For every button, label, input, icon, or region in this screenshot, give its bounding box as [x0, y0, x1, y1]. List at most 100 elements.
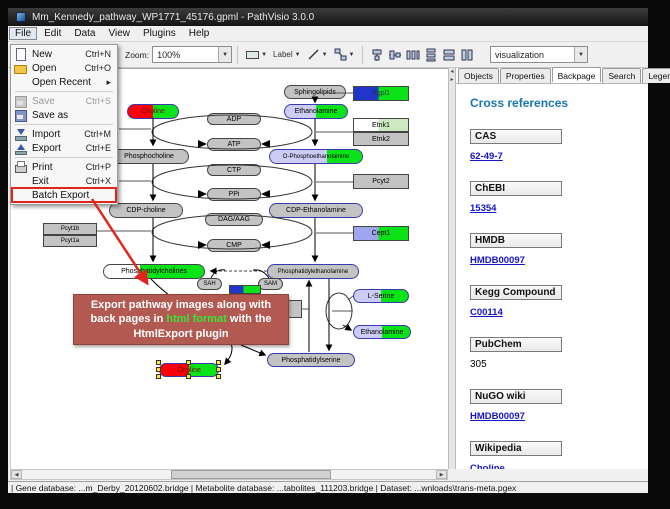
tab-properties[interactable]: Properties	[500, 68, 551, 83]
title-bar[interactable]: Mm_Kennedy_pathway_WP1771_45176.gpml - P…	[8, 8, 648, 26]
line-icon	[307, 48, 320, 61]
align-center-horizontal-icon	[370, 48, 384, 62]
cross-references-list: CAS62-49-7ChEBI15354HMDBHMDB00097Kegg Co…	[470, 129, 648, 469]
shape-tool-button[interactable]: ▼	[332, 45, 357, 65]
zoom-combobox[interactable]: 100% ▼	[152, 46, 232, 63]
xref-value: 305	[470, 359, 648, 370]
sidebar-panel: ObjectsPropertiesBackpageSearchLegend Cr…	[456, 68, 648, 469]
xref-link-cas[interactable]: 62-49-7	[470, 151, 503, 162]
file-menu-item-print[interactable]: PrintCtrl+P	[12, 160, 116, 174]
file-menu-item-open[interactable]: OpenCtrl+O	[12, 61, 116, 75]
selection-handle[interactable]	[156, 360, 161, 365]
datanode-tool-button[interactable]: ▼	[244, 45, 269, 65]
selection-handle[interactable]	[216, 374, 221, 379]
xref-link-kegg-compound[interactable]: C00114	[470, 307, 503, 318]
new-file-icon	[14, 48, 27, 60]
selection-handle[interactable]	[216, 360, 221, 365]
datanode-icon	[246, 51, 259, 59]
zoom-value: 100%	[157, 50, 180, 60]
print-icon	[14, 161, 27, 173]
chevron-down-icon[interactable]: ▼	[261, 52, 267, 58]
sidebar-tabs: ObjectsPropertiesBackpageSearchLegend	[458, 68, 670, 83]
callout-text-segment: html format	[166, 313, 227, 325]
file-menu-item-save[interactable]: SaveCtrl+S	[12, 94, 116, 108]
xref-value: HMDB00097	[470, 411, 648, 422]
scroll-left-icon[interactable]: ◀	[11, 470, 22, 479]
xref-header-wikipedia: Wikipedia	[470, 441, 562, 456]
xref-link-hmdb[interactable]: HMDB00097	[470, 255, 525, 266]
align-center-vertical-button[interactable]	[386, 45, 404, 65]
alignment-button-group	[368, 45, 476, 65]
selection-handle[interactable]	[186, 360, 191, 365]
menu-plugins[interactable]: Plugins	[137, 27, 182, 40]
menu-item-shortcut: Ctrl+M	[84, 129, 114, 139]
distribute-vertical-button[interactable]	[422, 45, 440, 65]
menu-help[interactable]: Help	[183, 27, 216, 40]
file-menu-item-open-recent[interactable]: Open Recent▸	[12, 75, 116, 89]
tab-legend[interactable]: Legend	[642, 68, 670, 83]
menu-separator	[15, 91, 113, 92]
empty-icon	[14, 175, 27, 187]
file-menu-item-new[interactable]: NewCtrl+N	[12, 47, 116, 61]
chevron-down-icon[interactable]: ▼	[295, 52, 301, 58]
distribute-horizontal-icon	[406, 48, 420, 62]
save-as-icon	[14, 109, 27, 121]
match-width-icon	[442, 48, 456, 62]
xref-link-wikipedia[interactable]: Choline	[470, 463, 505, 469]
import-icon	[14, 128, 27, 140]
selection-handle[interactable]	[156, 374, 161, 379]
align-center-horizontal-button[interactable]	[368, 45, 386, 65]
file-menu-item-exit[interactable]: ExitCtrl+X	[12, 174, 116, 188]
pane-divider[interactable]: ◂▸	[448, 68, 456, 469]
label-tool-text: Label	[273, 50, 293, 59]
menu-item-label: Exit	[32, 176, 86, 187]
file-menu-popup: NewCtrl+NOpenCtrl+OOpen Recent▸ SaveCtrl+…	[10, 44, 118, 205]
chevron-down-icon[interactable]: ▼	[349, 52, 355, 58]
menu-file[interactable]: File	[9, 27, 37, 40]
annotation-callout: Export pathway images along with back pa…	[73, 294, 289, 345]
tab-search[interactable]: Search	[602, 68, 641, 83]
window-title: Mm_Kennedy_pathway_WP1771_45176.gpml - P…	[32, 12, 314, 23]
pathvisio-window: Mm_Kennedy_pathway_WP1771_45176.gpml - P…	[8, 8, 648, 493]
tab-objects[interactable]: Objects	[458, 68, 499, 83]
menu-edit[interactable]: Edit	[38, 27, 67, 40]
scrollbar-thumb[interactable]	[171, 470, 331, 479]
line-tool-button[interactable]: ▼	[305, 45, 330, 65]
selection-handle[interactable]	[156, 367, 161, 372]
xref-value: 15354	[470, 203, 648, 214]
file-menu-item-import[interactable]: ImportCtrl+M	[12, 127, 116, 141]
menu-data[interactable]: Data	[68, 27, 101, 40]
menu-item-shortcut: Ctrl+S	[86, 96, 114, 106]
label-tool-button[interactable]: Label ▼	[271, 45, 303, 65]
screenshot-stage: Mm_Kennedy_pathway_WP1771_45176.gpml - P…	[0, 0, 670, 509]
selection-handle[interactable]	[186, 374, 191, 379]
match-height-button[interactable]	[458, 45, 476, 65]
selection-handle[interactable]	[216, 367, 221, 372]
shape-icon	[334, 48, 347, 61]
match-width-button[interactable]	[440, 45, 458, 65]
menu-view[interactable]: View	[102, 27, 136, 40]
chevron-down-icon[interactable]: ▼	[574, 47, 587, 62]
chevron-down-icon[interactable]: ▼	[218, 47, 231, 62]
chevron-down-icon[interactable]: ▼	[322, 52, 328, 58]
file-menu-item-export[interactable]: ExportCtrl+E	[12, 141, 116, 155]
menu-separator	[15, 124, 113, 125]
distribute-horizontal-button[interactable]	[404, 45, 422, 65]
tab-backpage[interactable]: Backpage	[552, 67, 602, 82]
scroll-right-icon[interactable]: ▶	[436, 470, 447, 479]
xref-header-cas: CAS	[470, 129, 562, 144]
horizontal-scrollbar[interactable]: ◀ ▶	[10, 469, 448, 480]
visualization-combobox[interactable]: visualization ▼	[490, 46, 588, 63]
menu-bar: FileEditDataViewPluginsHelp	[8, 26, 648, 42]
xref-value: C00114	[470, 307, 648, 318]
menu-item-label: Batch Export	[32, 190, 111, 201]
file-menu-item-batch-export[interactable]: Batch Export	[12, 188, 116, 202]
xref-link-chebi[interactable]: 15354	[470, 203, 496, 214]
toolbar-separator	[237, 46, 238, 64]
match-height-icon	[460, 48, 474, 62]
xref-link-nugo-wiki[interactable]: HMDB00097	[470, 411, 525, 422]
app-icon	[16, 12, 26, 22]
file-menu-item-save-as[interactable]: Save as	[12, 108, 116, 122]
align-center-vertical-icon	[388, 48, 402, 62]
xref-header-pubchem: PubChem	[470, 337, 562, 352]
